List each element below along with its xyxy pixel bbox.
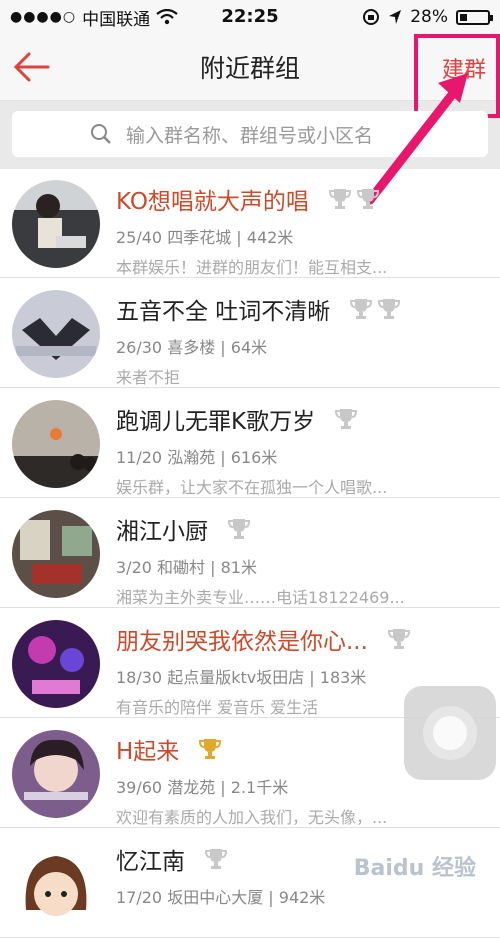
group-avatar: [12, 840, 100, 928]
search-bar-container: 输入群名称、群组号或小区名: [0, 101, 500, 169]
group-row[interactable]: 忆江南 17/20 坂田中心大厦 | 942米: [0, 828, 500, 938]
trophy-icon: [378, 299, 401, 319]
group-avatar: [12, 730, 100, 818]
highlight-annotation-box: [414, 34, 500, 118]
trophy-icon: [205, 849, 227, 869]
trophy-icon: [328, 189, 351, 209]
group-description: 湘菜为主外卖专业……电话18122469...: [116, 588, 405, 607]
group-meta: 18/30 起点量版ktv坂田店 | 183米: [116, 668, 367, 687]
group-avatar: [12, 180, 100, 268]
trophy-icon: [350, 299, 373, 319]
group-name: 湘江小厨: [116, 512, 492, 546]
group-name: KO想唱就大声的唱: [116, 182, 492, 216]
group-row[interactable]: 五音不全 吐词不清晰 26/30 喜多楼 | 64米 来者不拒: [0, 278, 500, 388]
group-meta: 26/30 喜多楼 | 64米: [116, 338, 268, 357]
group-avatar: [12, 510, 100, 598]
group-description: 来者不拒: [116, 368, 181, 387]
group-name: 五音不全 吐词不清晰: [116, 292, 492, 326]
group-name: 朋友别哭我依然是你心...: [116, 622, 492, 656]
group-row[interactable]: 跑调儿无罪K歌万岁 11/20 泓瀚苑 | 616米 娱乐群，让大家不在孤独一个…: [0, 388, 500, 498]
group-meta: 3/20 和磡村 | 81米: [116, 558, 257, 577]
group-avatar: [12, 400, 100, 488]
trophy-icon: [228, 519, 250, 539]
group-description: 欢迎有素质的人加入我们，无头像，...: [116, 808, 388, 827]
group-row[interactable]: 湘江小厨 3/20 和磡村 | 81米 湘菜为主外卖专业……电话18122469…: [0, 498, 500, 608]
search-input[interactable]: 输入群名称、群组号或小区名: [12, 111, 488, 157]
group-name: 跑调儿无罪K歌万岁: [116, 402, 492, 436]
trophy-icon: [335, 409, 358, 429]
group-avatar: [12, 290, 100, 378]
group-description: 本群娱乐！进群的朋友们！能互相支...: [116, 258, 388, 277]
gold-trophy-icon: [199, 739, 222, 759]
assistive-touch-button[interactable]: [404, 686, 496, 780]
page-title: 附近群组: [199, 54, 300, 83]
group-list: KO想唱就大声的唱 25/40 四季花城 | 442米 本群娱乐！进群的朋友们！…: [0, 168, 500, 938]
trophy-icon: [356, 189, 379, 209]
trophy-icon: [387, 629, 410, 649]
group-meta: 25/40 四季花城 | 442米: [116, 228, 294, 247]
group-row[interactable]: KO想唱就大声的唱 25/40 四季花城 | 442米 本群娱乐！进群的朋友们！…: [0, 168, 500, 278]
group-meta: 11/20 泓瀚苑 | 616米: [116, 448, 278, 467]
watermark: Baidu 经验: [353, 856, 476, 881]
group-avatar: [12, 620, 100, 708]
search-placeholder: 输入群名称、群组号或小区名: [126, 124, 374, 147]
status-bar: ●●●●○ 中国联通 22:25 28%: [0, 0, 500, 34]
group-description: 娱乐群，让大家不在孤独一个人唱歌...: [116, 478, 388, 497]
search-icon: [91, 124, 111, 144]
clock: 22:25: [221, 6, 279, 27]
battery-icon: [456, 9, 493, 25]
back-arrow-icon[interactable]: [12, 50, 52, 84]
